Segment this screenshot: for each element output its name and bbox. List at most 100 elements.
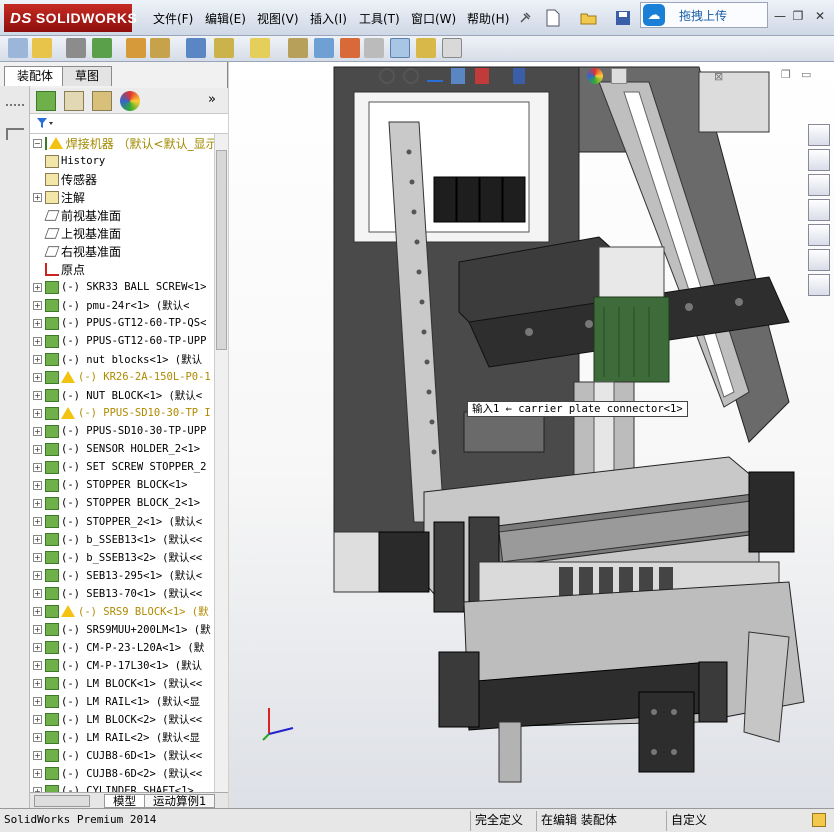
view-palette-icon[interactable] bbox=[808, 224, 830, 246]
filter-icon[interactable] bbox=[36, 117, 54, 130]
tree-item[interactable]: + (-) LM RAIL<1> (默认<显 bbox=[30, 692, 214, 710]
minimize-icon[interactable]: — bbox=[772, 8, 788, 24]
restore-icon[interactable]: ❐ bbox=[790, 8, 806, 24]
expand-icon[interactable]: + bbox=[33, 192, 42, 202]
tree-item[interactable]: + (-) CM-P-23-L20A<1> (默 bbox=[30, 638, 214, 656]
tree-root[interactable]: − 焊接机器 （默认<默认_显示 bbox=[30, 134, 214, 152]
menu-tools[interactable]: 工具(T) bbox=[359, 10, 400, 27]
tree-item[interactable]: 传感器 bbox=[30, 170, 214, 188]
expand-icon[interactable]: + bbox=[33, 480, 42, 490]
view-orientation-icon[interactable] bbox=[475, 68, 489, 84]
insert-component-icon[interactable] bbox=[8, 38, 28, 58]
configuration-manager-icon[interactable] bbox=[92, 91, 112, 111]
expand-icon[interactable]: + bbox=[33, 696, 42, 706]
linear-pattern-icon[interactable] bbox=[92, 38, 112, 58]
tree-item[interactable]: + (-) LM BLOCK<2> (默认<< bbox=[30, 710, 214, 728]
tree-item[interactable]: + (-) STOPPER_2<1> (默认< bbox=[30, 512, 214, 530]
tree-item[interactable]: + (-) PPUS-SD10-30-TP I bbox=[30, 404, 214, 422]
tree-item[interactable]: + 注解 bbox=[30, 188, 214, 206]
home-icon[interactable] bbox=[808, 149, 830, 171]
tree-item[interactable]: + (-) SEB13-295<1> (默认< bbox=[30, 566, 214, 584]
tree-item[interactable]: + (-) SRS9 BLOCK<1> (默 bbox=[30, 602, 214, 620]
expand-icon[interactable]: + bbox=[33, 282, 42, 292]
upload-button[interactable]: ☁ 拖拽上传 bbox=[640, 2, 768, 28]
status-units[interactable]: 自定义 bbox=[666, 811, 806, 831]
graphics-viewport[interactable]: ⊠ ❐ ▭ 输入1 ← carrier plate connector<1> bbox=[229, 62, 834, 808]
tree-item[interactable]: 上视基准面 bbox=[30, 224, 214, 242]
show-hidden-icon[interactable] bbox=[186, 38, 206, 58]
zoom-to-area-icon[interactable] bbox=[403, 68, 419, 84]
expand-icon[interactable]: + bbox=[33, 516, 42, 526]
tree-item[interactable]: + (-) CM-P-17L30<1> (默认 bbox=[30, 656, 214, 674]
tree-item[interactable]: + (-) SENSOR HOLDER_2<1> bbox=[30, 440, 214, 458]
expand-icon[interactable]: + bbox=[33, 732, 42, 742]
viewport-maximize-icon[interactable]: ▭ bbox=[801, 68, 815, 82]
feature-manager-icon[interactable] bbox=[36, 91, 56, 111]
bill-of-materials-icon[interactable] bbox=[314, 38, 334, 58]
rebuild-icon[interactable] bbox=[416, 38, 436, 58]
close-icon[interactable]: ✕ bbox=[812, 8, 828, 24]
tree-item[interactable]: + (-) LM RAIL<2> (默认<显 bbox=[30, 728, 214, 746]
expand-icon[interactable]: + bbox=[33, 390, 42, 400]
property-manager-icon[interactable] bbox=[64, 91, 84, 111]
expand-icon[interactable]: + bbox=[33, 300, 42, 310]
solidworks-logo[interactable]: DS SOLIDWORKS bbox=[4, 4, 137, 32]
expand-icon[interactable]: + bbox=[33, 408, 42, 418]
expand-icon[interactable]: + bbox=[33, 336, 42, 346]
open-folder-icon[interactable] bbox=[578, 7, 600, 29]
filter-bar[interactable] bbox=[30, 114, 228, 134]
expand-icon[interactable]: + bbox=[33, 462, 42, 472]
tree-item[interactable]: + (-) SRS9MUU+200LM<1> (默 bbox=[30, 620, 214, 638]
display-manager-icon[interactable] bbox=[120, 91, 140, 111]
expand-icon[interactable]: + bbox=[33, 498, 42, 508]
previous-view-icon[interactable] bbox=[427, 70, 443, 82]
tree-item[interactable]: + (-) b_SSEB13<1> (默认<< bbox=[30, 530, 214, 548]
expand-icon[interactable]: + bbox=[33, 426, 42, 436]
explode-line-icon[interactable] bbox=[364, 38, 384, 58]
tree-item[interactable]: + (-) STOPPER BLOCK<1> bbox=[30, 476, 214, 494]
tab-assembly[interactable]: 装配体 bbox=[4, 66, 67, 86]
tree-item[interactable]: 原点 bbox=[30, 260, 214, 278]
viewport-restore-icon[interactable]: ❐ bbox=[781, 68, 795, 82]
new-document-icon[interactable] bbox=[542, 7, 564, 29]
move-component-icon[interactable] bbox=[150, 38, 170, 58]
menu-window[interactable]: 窗口(W) bbox=[411, 10, 456, 27]
edit-appearance-icon[interactable] bbox=[587, 68, 603, 84]
collapse-icon[interactable]: − bbox=[33, 138, 42, 148]
expand-icon[interactable]: + bbox=[33, 624, 42, 634]
menu-edit[interactable]: 编辑(E) bbox=[205, 10, 246, 27]
tree-item[interactable]: + (-) SKR33 BALL SCREW<1> bbox=[30, 278, 214, 296]
tree-item[interactable]: + (-) NUT BLOCK<1> (默认< bbox=[30, 386, 214, 404]
expand-icon[interactable]: + bbox=[33, 354, 42, 364]
mate-icon[interactable] bbox=[66, 38, 86, 58]
viewport-close-icon[interactable]: ⊠ bbox=[714, 70, 726, 83]
expand-icon[interactable]: + bbox=[33, 588, 42, 598]
pin-icon[interactable] bbox=[514, 7, 536, 29]
new-part-icon[interactable] bbox=[32, 38, 52, 58]
expand-icon[interactable]: + bbox=[33, 768, 42, 778]
exploded-view-icon[interactable] bbox=[340, 38, 360, 58]
menu-file[interactable]: 文件(F) bbox=[153, 10, 193, 27]
tree-item[interactable]: + (-) SET SCREW STOPPER_2 bbox=[30, 458, 214, 476]
tree-item[interactable]: + (-) SEB13-70<1> (默认<< bbox=[30, 584, 214, 602]
expand-icon[interactable]: + bbox=[33, 642, 42, 652]
reference-geometry-icon[interactable] bbox=[250, 38, 270, 58]
instant3d-icon[interactable] bbox=[390, 38, 410, 58]
new-motion-study-icon[interactable] bbox=[288, 38, 308, 58]
menu-insert[interactable]: 插入(I) bbox=[310, 10, 347, 27]
sketch-line-icon[interactable] bbox=[6, 128, 24, 140]
tree-item[interactable]: + (-) PPUS-GT12-60-TP-UPP bbox=[30, 332, 214, 350]
zoom-to-fit-icon[interactable] bbox=[379, 68, 395, 84]
design-library-icon[interactable] bbox=[808, 174, 830, 196]
tree-scrollbar[interactable] bbox=[214, 134, 228, 792]
expand-icon[interactable]: + bbox=[33, 606, 42, 616]
custom-properties-icon[interactable] bbox=[808, 274, 830, 296]
tree-item[interactable]: + (-) CUJB8-6D<1> (默认<< bbox=[30, 746, 214, 764]
menu-view[interactable]: 视图(V) bbox=[257, 10, 299, 27]
tree-item[interactable]: + (-) CUJB8-6D<2> (默认<< bbox=[30, 764, 214, 782]
scrollbar-thumb[interactable] bbox=[216, 150, 227, 350]
scene-icon[interactable] bbox=[611, 68, 627, 84]
expand-icon[interactable]: + bbox=[33, 372, 42, 382]
tree-item[interactable]: + (-) pmu-24r<1> (默认< bbox=[30, 296, 214, 314]
assembly-features-icon[interactable] bbox=[214, 38, 234, 58]
